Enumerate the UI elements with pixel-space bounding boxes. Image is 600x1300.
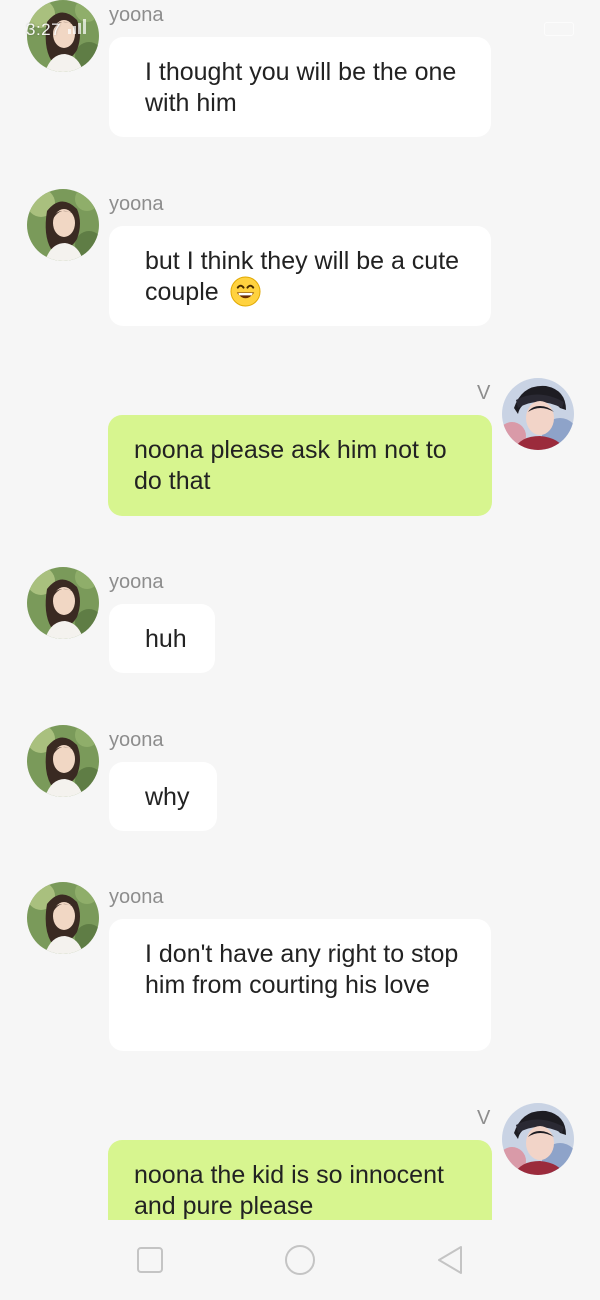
message-bubble-incoming[interactable]: but I think they will be a cute couple: [109, 226, 491, 326]
message-text: huh: [145, 625, 187, 653]
message-text: I don't have any right to stop him from …: [145, 940, 459, 999]
battery-icon: [544, 22, 574, 36]
sender-name: yoona: [109, 729, 164, 751]
message-bubble-incoming[interactable]: why: [109, 762, 217, 831]
square-icon[interactable]: [134, 1244, 166, 1276]
yoona-avatar[interactable]: [27, 725, 99, 797]
message-bubble-outgoing[interactable]: noona the kid is so innocent and pure pl…: [108, 1140, 492, 1220]
sender-name: yoona: [109, 4, 164, 26]
yoona-avatar[interactable]: [27, 567, 99, 639]
grinning-face-emoji-icon: [230, 276, 261, 307]
chat-view[interactable]: yoona I thought you will be the one with…: [0, 0, 600, 1220]
message-text: noona please ask him not to do that: [134, 436, 447, 495]
message-text: but I think they will be a cute couple: [145, 247, 460, 306]
yoona-avatar[interactable]: [27, 189, 99, 261]
sender-name: V: [477, 382, 491, 404]
message-text: noona the kid is so innocent and pure pl…: [134, 1161, 444, 1220]
message-text: I thought you will be the one with him: [145, 58, 457, 117]
triangle-back-icon[interactable]: [434, 1244, 466, 1276]
message-text: why: [145, 783, 190, 811]
message-bubble-incoming[interactable]: I don't have any right to stop him from …: [109, 919, 491, 1051]
yoona-avatar[interactable]: [27, 882, 99, 954]
sender-name: V: [477, 1107, 491, 1129]
sender-name: yoona: [109, 886, 164, 908]
circle-icon[interactable]: [284, 1244, 316, 1276]
message-bubble-outgoing[interactable]: noona please ask him not to do that: [108, 415, 492, 516]
sender-name: yoona: [109, 571, 164, 593]
message-bubble-incoming[interactable]: I thought you will be the one with him: [109, 37, 491, 137]
navigation-bar: [0, 1220, 600, 1300]
sender-name: yoona: [109, 193, 164, 215]
v-avatar[interactable]: [502, 378, 574, 450]
yoona-avatar[interactable]: [27, 0, 99, 72]
v-avatar[interactable]: [502, 1103, 574, 1175]
message-bubble-incoming[interactable]: huh: [109, 604, 215, 673]
